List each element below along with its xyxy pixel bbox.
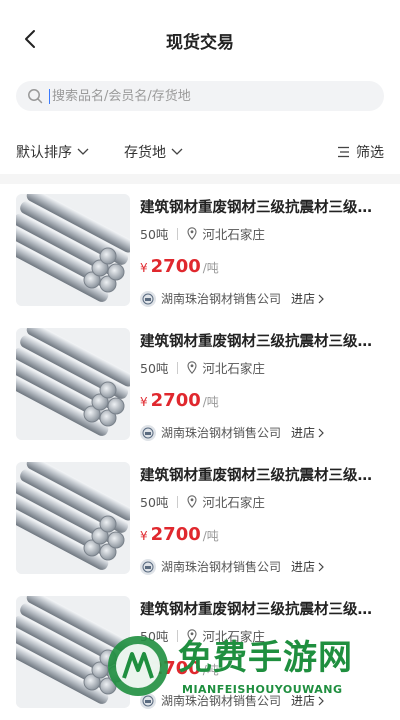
shop-logo-icon <box>140 290 156 307</box>
steel-bars-image <box>16 328 130 440</box>
chevron-down-icon <box>171 148 183 155</box>
search-bar[interactable] <box>16 81 384 111</box>
shop-name[interactable]: 湖南珠治钢材销售公司 <box>161 692 281 709</box>
meta-divider <box>177 361 179 374</box>
filter-button[interactable]: 筛选 <box>337 142 384 162</box>
text-cursor <box>49 89 50 104</box>
enter-shop-label: 进店 <box>291 426 316 440</box>
price-unit: /吨 <box>202 663 219 677</box>
sort-dropdown[interactable]: 默认排序 <box>16 142 89 162</box>
section-divider <box>0 174 400 184</box>
shop-logo-icon <box>140 558 156 575</box>
location-pin-icon <box>187 227 197 240</box>
steel-bars-image <box>16 462 130 574</box>
product-location: 河北石家庄 <box>202 361 265 376</box>
product-name[interactable]: 建筑钢材重废钢材三级抗震材三级… <box>140 330 386 351</box>
shop-logo-icon <box>140 692 156 709</box>
product-meta: 50吨 河北石家庄 <box>140 626 265 645</box>
meta-divider <box>177 629 179 642</box>
shop-name[interactable]: 湖南珠治钢材销售公司 <box>161 424 281 441</box>
product-price: ¥ 2700 /吨 <box>140 390 219 411</box>
filter-bar: 默认排序 存货地 筛选 <box>0 136 400 168</box>
shop-name[interactable]: 湖南珠治钢材销售公司 <box>161 290 281 307</box>
enter-shop-label: 进店 <box>291 560 316 574</box>
filter-icon <box>338 146 349 158</box>
sort-label: 默认排序 <box>16 145 72 161</box>
currency-symbol: ¥ <box>140 261 148 275</box>
location-dropdown[interactable]: 存货地 <box>124 142 183 162</box>
product-card[interactable]: 建筑钢材重废钢材三级抗震材三级… 50吨 河北石家庄 ¥ 2700 /吨 湖南珠… <box>0 184 400 318</box>
chevron-right-icon <box>318 562 324 571</box>
search-icon <box>28 89 43 104</box>
currency-symbol: ¥ <box>140 663 148 677</box>
product-quantity: 50吨 <box>140 495 169 510</box>
enter-shop-label: 进店 <box>291 292 316 306</box>
shop-logo-icon <box>140 424 156 441</box>
currency-symbol: ¥ <box>140 529 148 543</box>
price-value: 2700 <box>150 390 201 411</box>
steel-bars-image <box>16 194 130 306</box>
enter-shop-link[interactable]: 进店 <box>291 558 324 575</box>
price-value: 2700 <box>150 256 201 277</box>
location-pin-icon <box>187 495 197 508</box>
product-meta: 50吨 河北石家庄 <box>140 492 265 511</box>
product-card[interactable]: 建筑钢材重废钢材三级抗震材三级… 50吨 河北石家庄 ¥ 2700 /吨 湖南珠… <box>0 586 400 720</box>
enter-shop-link[interactable]: 进店 <box>291 424 324 441</box>
product-image[interactable] <box>16 328 130 440</box>
page-title: 现货交易 <box>166 33 234 53</box>
shop-name[interactable]: 湖南珠治钢材销售公司 <box>161 558 281 575</box>
product-name[interactable]: 建筑钢材重废钢材三级抗震材三级… <box>140 196 386 217</box>
search-input[interactable] <box>52 81 372 111</box>
price-value: 2700 <box>150 658 201 679</box>
product-card[interactable]: 建筑钢材重废钢材三级抗震材三级… 50吨 河北石家庄 ¥ 2700 /吨 湖南珠… <box>0 318 400 452</box>
price-unit: /吨 <box>202 395 219 409</box>
product-location: 河北石家庄 <box>202 629 265 644</box>
chevron-down-icon <box>77 148 89 155</box>
product-image[interactable] <box>16 462 130 574</box>
product-meta: 50吨 河北石家庄 <box>140 358 265 377</box>
meta-divider <box>177 227 179 240</box>
chevron-right-icon <box>318 696 324 705</box>
product-quantity: 50吨 <box>140 361 169 376</box>
shop-row: 湖南珠治钢材销售公司 进店 <box>140 424 324 441</box>
location-filter-label: 存货地 <box>124 145 166 161</box>
product-quantity: 50吨 <box>140 629 169 644</box>
product-location: 河北石家庄 <box>202 227 265 242</box>
product-meta: 50吨 河北石家庄 <box>140 224 265 243</box>
chevron-right-icon <box>318 428 324 437</box>
enter-shop-link[interactable]: 进店 <box>291 290 324 307</box>
product-price: ¥ 2700 /吨 <box>140 524 219 545</box>
meta-divider <box>177 495 179 508</box>
product-name[interactable]: 建筑钢材重废钢材三级抗震材三级… <box>140 464 386 485</box>
enter-shop-label: 进店 <box>291 694 316 708</box>
product-image[interactable] <box>16 194 130 306</box>
filter-label: 筛选 <box>356 145 384 161</box>
currency-symbol: ¥ <box>140 395 148 409</box>
enter-shop-link[interactable]: 进店 <box>291 692 324 709</box>
price-unit: /吨 <box>202 529 219 543</box>
product-location: 河北石家庄 <box>202 495 265 510</box>
product-image[interactable] <box>16 596 130 708</box>
price-value: 2700 <box>150 524 201 545</box>
product-price: ¥ 2700 /吨 <box>140 256 219 277</box>
location-pin-icon <box>187 361 197 374</box>
steel-bars-image <box>16 596 130 708</box>
product-quantity: 50吨 <box>140 227 169 242</box>
location-pin-icon <box>187 629 197 642</box>
price-unit: /吨 <box>202 261 219 275</box>
shop-row: 湖南珠治钢材销售公司 进店 <box>140 692 324 709</box>
top-bar: 现货交易 <box>0 0 400 78</box>
product-name[interactable]: 建筑钢材重废钢材三级抗震材三级… <box>140 598 386 619</box>
product-card[interactable]: 建筑钢材重废钢材三级抗震材三级… 50吨 河北石家庄 ¥ 2700 /吨 湖南珠… <box>0 452 400 586</box>
product-price: ¥ 2700 /吨 <box>140 658 219 679</box>
chevron-right-icon <box>318 294 324 303</box>
shop-row: 湖南珠治钢材销售公司 进店 <box>140 558 324 575</box>
shop-row: 湖南珠治钢材销售公司 进店 <box>140 290 324 307</box>
